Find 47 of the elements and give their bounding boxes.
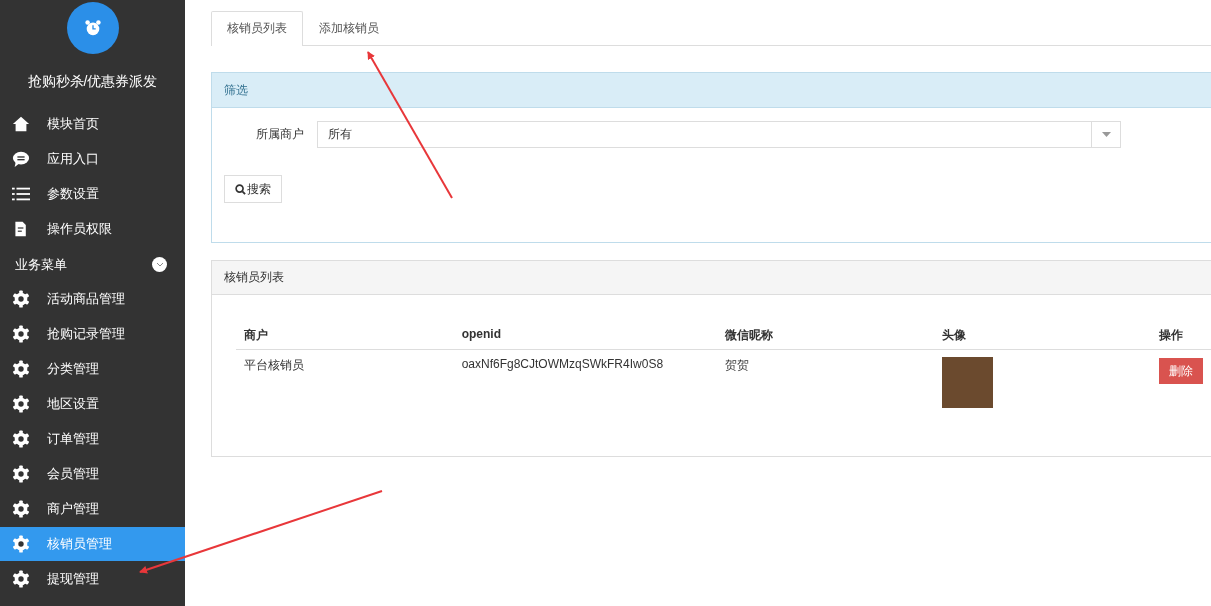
sidebar-item[interactable]: 应用入口 bbox=[0, 142, 185, 176]
home-icon bbox=[11, 115, 31, 133]
tab[interactable]: 添加核销员 bbox=[303, 11, 395, 45]
gear-icon bbox=[11, 325, 31, 343]
column-header: 微信昵称 bbox=[717, 327, 934, 350]
chevron-down-icon[interactable] bbox=[152, 257, 167, 272]
sidebar-item[interactable]: 操作员权限 bbox=[0, 212, 185, 246]
sidebar-item[interactable]: 分类管理 bbox=[0, 352, 185, 386]
sidebar-item[interactable]: 商户管理 bbox=[0, 492, 185, 526]
alarm-clock-logo bbox=[66, 2, 119, 54]
photo-placeholder bbox=[942, 357, 993, 408]
table-cell: 贺贺 bbox=[717, 349, 934, 408]
sidebar-item[interactable]: 订单管理 bbox=[0, 422, 185, 456]
delete-button[interactable]: 删除 bbox=[1159, 358, 1203, 384]
gear-icon bbox=[11, 570, 31, 588]
sidebar-item[interactable]: 提现管理 bbox=[0, 562, 185, 596]
gear-icon bbox=[11, 500, 31, 518]
panel-heading: 核销员列表 bbox=[212, 261, 1211, 295]
app-title: 抢购秒杀/优惠券派发 bbox=[26, 72, 159, 91]
column-header: openid bbox=[453, 327, 718, 350]
panel-heading: 筛选 bbox=[212, 73, 1211, 108]
gear-icon bbox=[11, 395, 31, 413]
gear-icon bbox=[11, 290, 31, 308]
caret-icon bbox=[1101, 132, 1111, 137]
section-heading: 业务菜单 bbox=[15, 255, 67, 274]
gear-icon bbox=[11, 465, 31, 483]
table-cell: oaxNf6Fg8CJtOWMzqSWkFR4Iw0S8 bbox=[453, 349, 718, 408]
merchant-select[interactable]: 所有 bbox=[317, 121, 1121, 148]
tab[interactable]: 核销员列表 bbox=[211, 11, 303, 46]
sidebar-item[interactable]: 参数设置 bbox=[0, 177, 185, 211]
gear-icon bbox=[11, 535, 31, 553]
list-icon bbox=[11, 185, 31, 203]
column-header: 商户 bbox=[236, 327, 454, 350]
search-icon bbox=[235, 183, 246, 195]
table-cell: 平台核销员 bbox=[236, 349, 454, 408]
column-header: 头像 bbox=[934, 327, 1151, 350]
sidebar-item[interactable]: 活动商品管理 bbox=[0, 282, 185, 316]
sidebar-item[interactable]: 抢购记录管理 bbox=[0, 317, 185, 351]
sidebar-item[interactable]: 会员管理 bbox=[0, 457, 185, 491]
sidebar-item[interactable]: 模块首页 bbox=[0, 107, 185, 141]
gear-icon bbox=[11, 430, 31, 448]
chat-bubble-icon bbox=[11, 150, 31, 168]
field-label: 所属商户 bbox=[255, 126, 305, 143]
column-header: 操作 bbox=[1151, 327, 1211, 350]
sidebar-item[interactable]: 地区设置 bbox=[0, 387, 185, 421]
search-button[interactable]: 搜索 bbox=[224, 175, 282, 203]
gear-icon bbox=[11, 360, 31, 378]
